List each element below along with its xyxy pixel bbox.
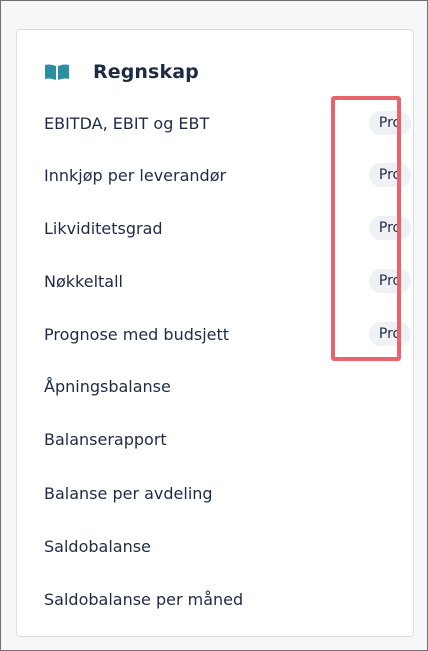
pro-badge: Pro: [369, 216, 411, 240]
report-link-label: Prognose med budsjett: [44, 324, 230, 344]
report-link-apningsbalanse[interactable]: Åpningsbalanse: [44, 372, 384, 400]
report-link-prognose[interactable]: Prognose med budsjett Pro: [44, 320, 411, 348]
report-link-saldobalanse[interactable]: Saldobalanse: [44, 532, 384, 560]
section-title: Regnskap: [93, 61, 199, 83]
report-link-label: Balanse per avdeling: [44, 483, 213, 503]
pro-badge: Pro: [369, 269, 411, 293]
report-section-card: Regnskap EBITDA, EBIT og EBT Pro Innkjøp…: [16, 29, 414, 637]
book-open-icon: [44, 62, 70, 82]
report-link-label: Balanserapport: [44, 429, 167, 449]
report-link-label: Saldobalanse: [44, 536, 151, 556]
report-link-label: Nøkkeltall: [44, 271, 123, 291]
pro-badge: Pro: [369, 111, 411, 135]
report-link-label: Likviditetsgrad: [44, 218, 163, 238]
report-link-label: Saldobalanse per måned: [44, 589, 244, 609]
window-frame: Regnskap EBITDA, EBIT og EBT Pro Innkjøp…: [0, 0, 428, 651]
report-link-innkjop[interactable]: Innkjøp per leverandør Pro: [44, 161, 411, 189]
pro-badge: Pro: [369, 322, 411, 346]
report-link-balanse-per-avdeling[interactable]: Balanse per avdeling: [44, 479, 384, 507]
report-link-balanserapport[interactable]: Balanserapport: [44, 425, 384, 453]
report-link-nokkeltall[interactable]: Nøkkeltall Pro: [44, 267, 411, 295]
report-link-likviditetsgrad[interactable]: Likviditetsgrad Pro: [44, 214, 411, 242]
report-link-label: EBITDA, EBIT og EBT: [44, 113, 210, 133]
section-header: Regnskap: [44, 60, 199, 84]
report-link-label: Innkjøp per leverandør: [44, 165, 227, 185]
report-link-saldobalanse-per-maned[interactable]: Saldobalanse per måned: [44, 585, 384, 613]
report-link-label: Åpningsbalanse: [44, 376, 171, 396]
report-link-ebitda[interactable]: EBITDA, EBIT og EBT Pro: [44, 109, 411, 137]
pro-badge: Pro: [369, 163, 411, 187]
